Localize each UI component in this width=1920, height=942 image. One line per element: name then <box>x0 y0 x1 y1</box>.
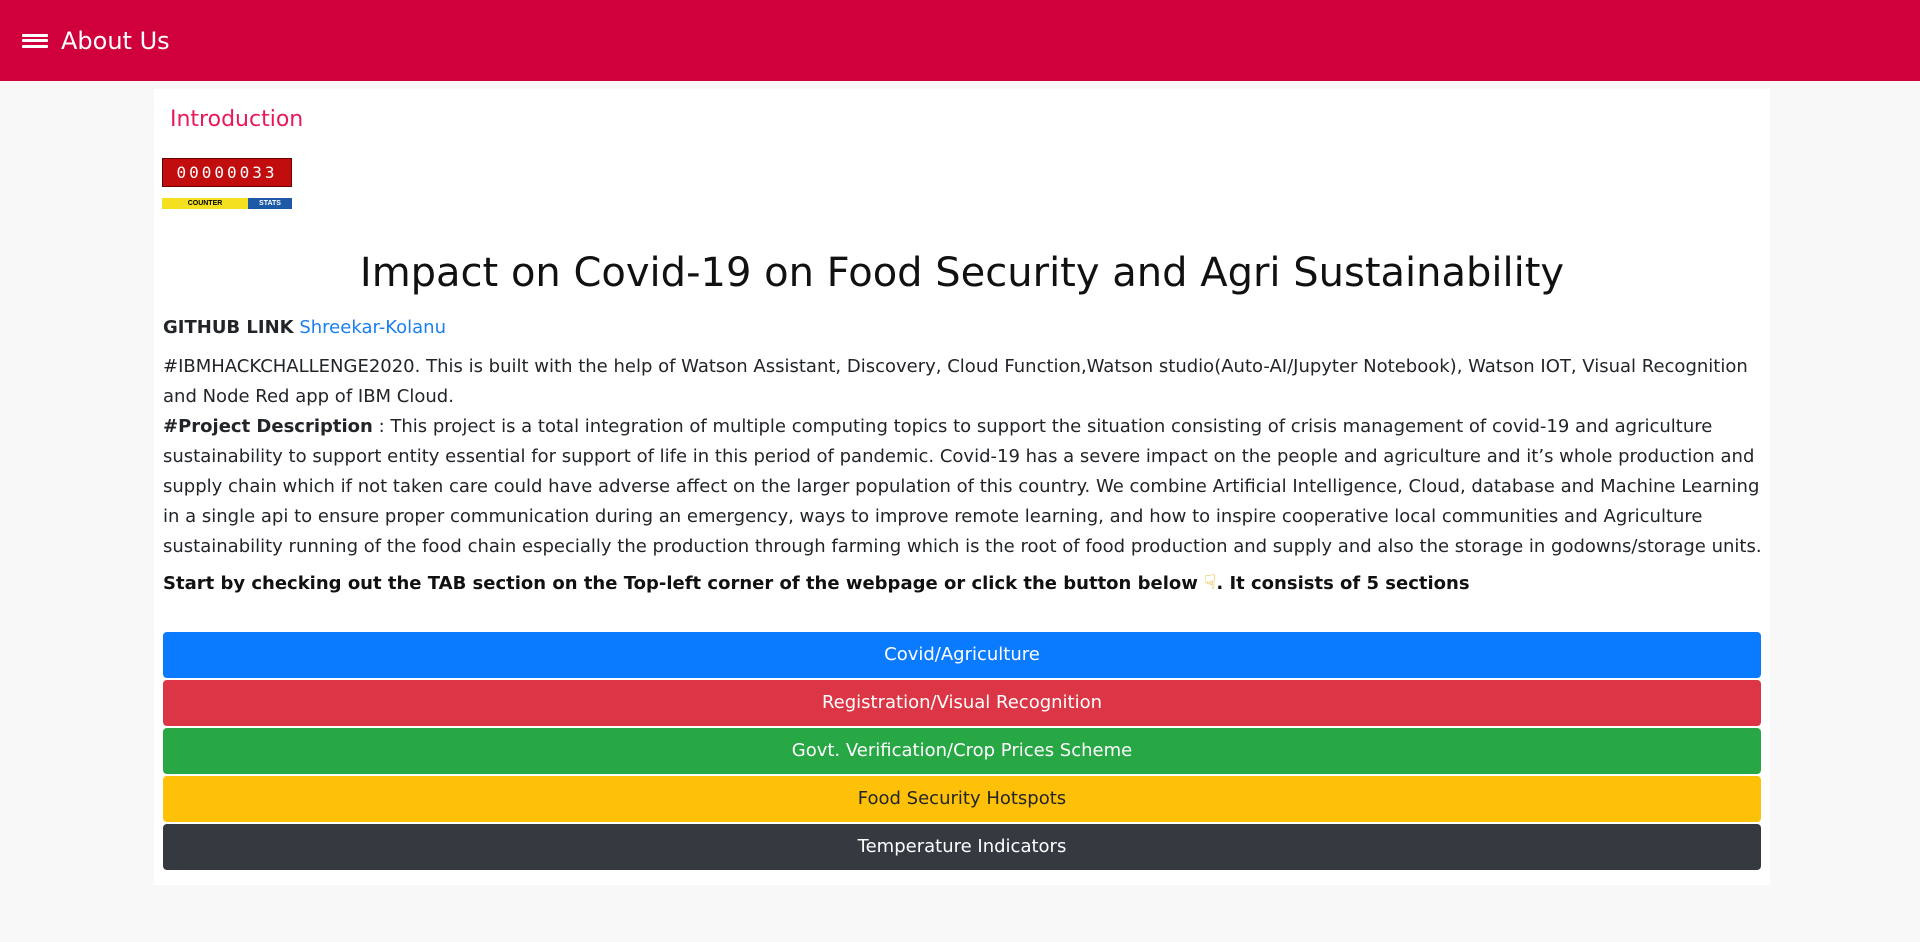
counter-label-bar: COUNTER STATS <box>162 198 292 209</box>
top-navbar: About Us <box>0 0 1920 81</box>
govt-verification-crop-prices-button[interactable]: Govt. Verification/Crop Prices Scheme <box>163 728 1761 774</box>
hackathon-text: #IBMHACKCHALLENGE2020. This is built wit… <box>163 356 1748 407</box>
section-buttons: Covid/Agriculture Registration/Visual Re… <box>163 632 1761 872</box>
introduction-heading: Introduction <box>170 107 304 132</box>
counter-digits: 00000033 <box>162 158 292 187</box>
start-text-before: Start by checking out the TAB section on… <box>163 573 1205 594</box>
content-card: Introduction 00000033 COUNTER STATS Impa… <box>154 89 1770 885</box>
start-instructions: Start by checking out the TAB section on… <box>163 570 1470 594</box>
hamburger-menu-icon[interactable] <box>22 30 48 52</box>
github-label: GITHUB LINK <box>163 317 294 338</box>
visitor-counter: 00000033 COUNTER STATS <box>162 158 292 211</box>
pointing-down-hand-icon: ☟ <box>1204 570 1217 594</box>
stats-label: STATS <box>248 198 292 209</box>
page-title: About Us <box>61 26 170 55</box>
github-link[interactable]: Shreekar-Kolanu <box>299 317 446 338</box>
registration-visual-recognition-button[interactable]: Registration/Visual Recognition <box>163 680 1761 726</box>
description-block: #IBMHACKCHALLENGE2020. This is built wit… <box>163 352 1763 562</box>
food-security-hotspots-button[interactable]: Food Security Hotspots <box>163 776 1761 822</box>
counter-label: COUNTER <box>162 198 248 209</box>
project-text: : This project is a total integration of… <box>163 416 1762 557</box>
github-line: GITHUB LINK Shreekar-Kolanu <box>163 317 446 338</box>
covid-agriculture-button[interactable]: Covid/Agriculture <box>163 632 1761 678</box>
start-text-after: . It consists of 5 sections <box>1216 573 1470 594</box>
main-heading: Impact on Covid-19 on Food Security and … <box>359 250 1565 296</box>
temperature-indicators-button[interactable]: Temperature Indicators <box>163 824 1761 870</box>
project-label: #Project Description <box>163 416 373 437</box>
project-description: #Project Description : This project is a… <box>163 412 1763 562</box>
